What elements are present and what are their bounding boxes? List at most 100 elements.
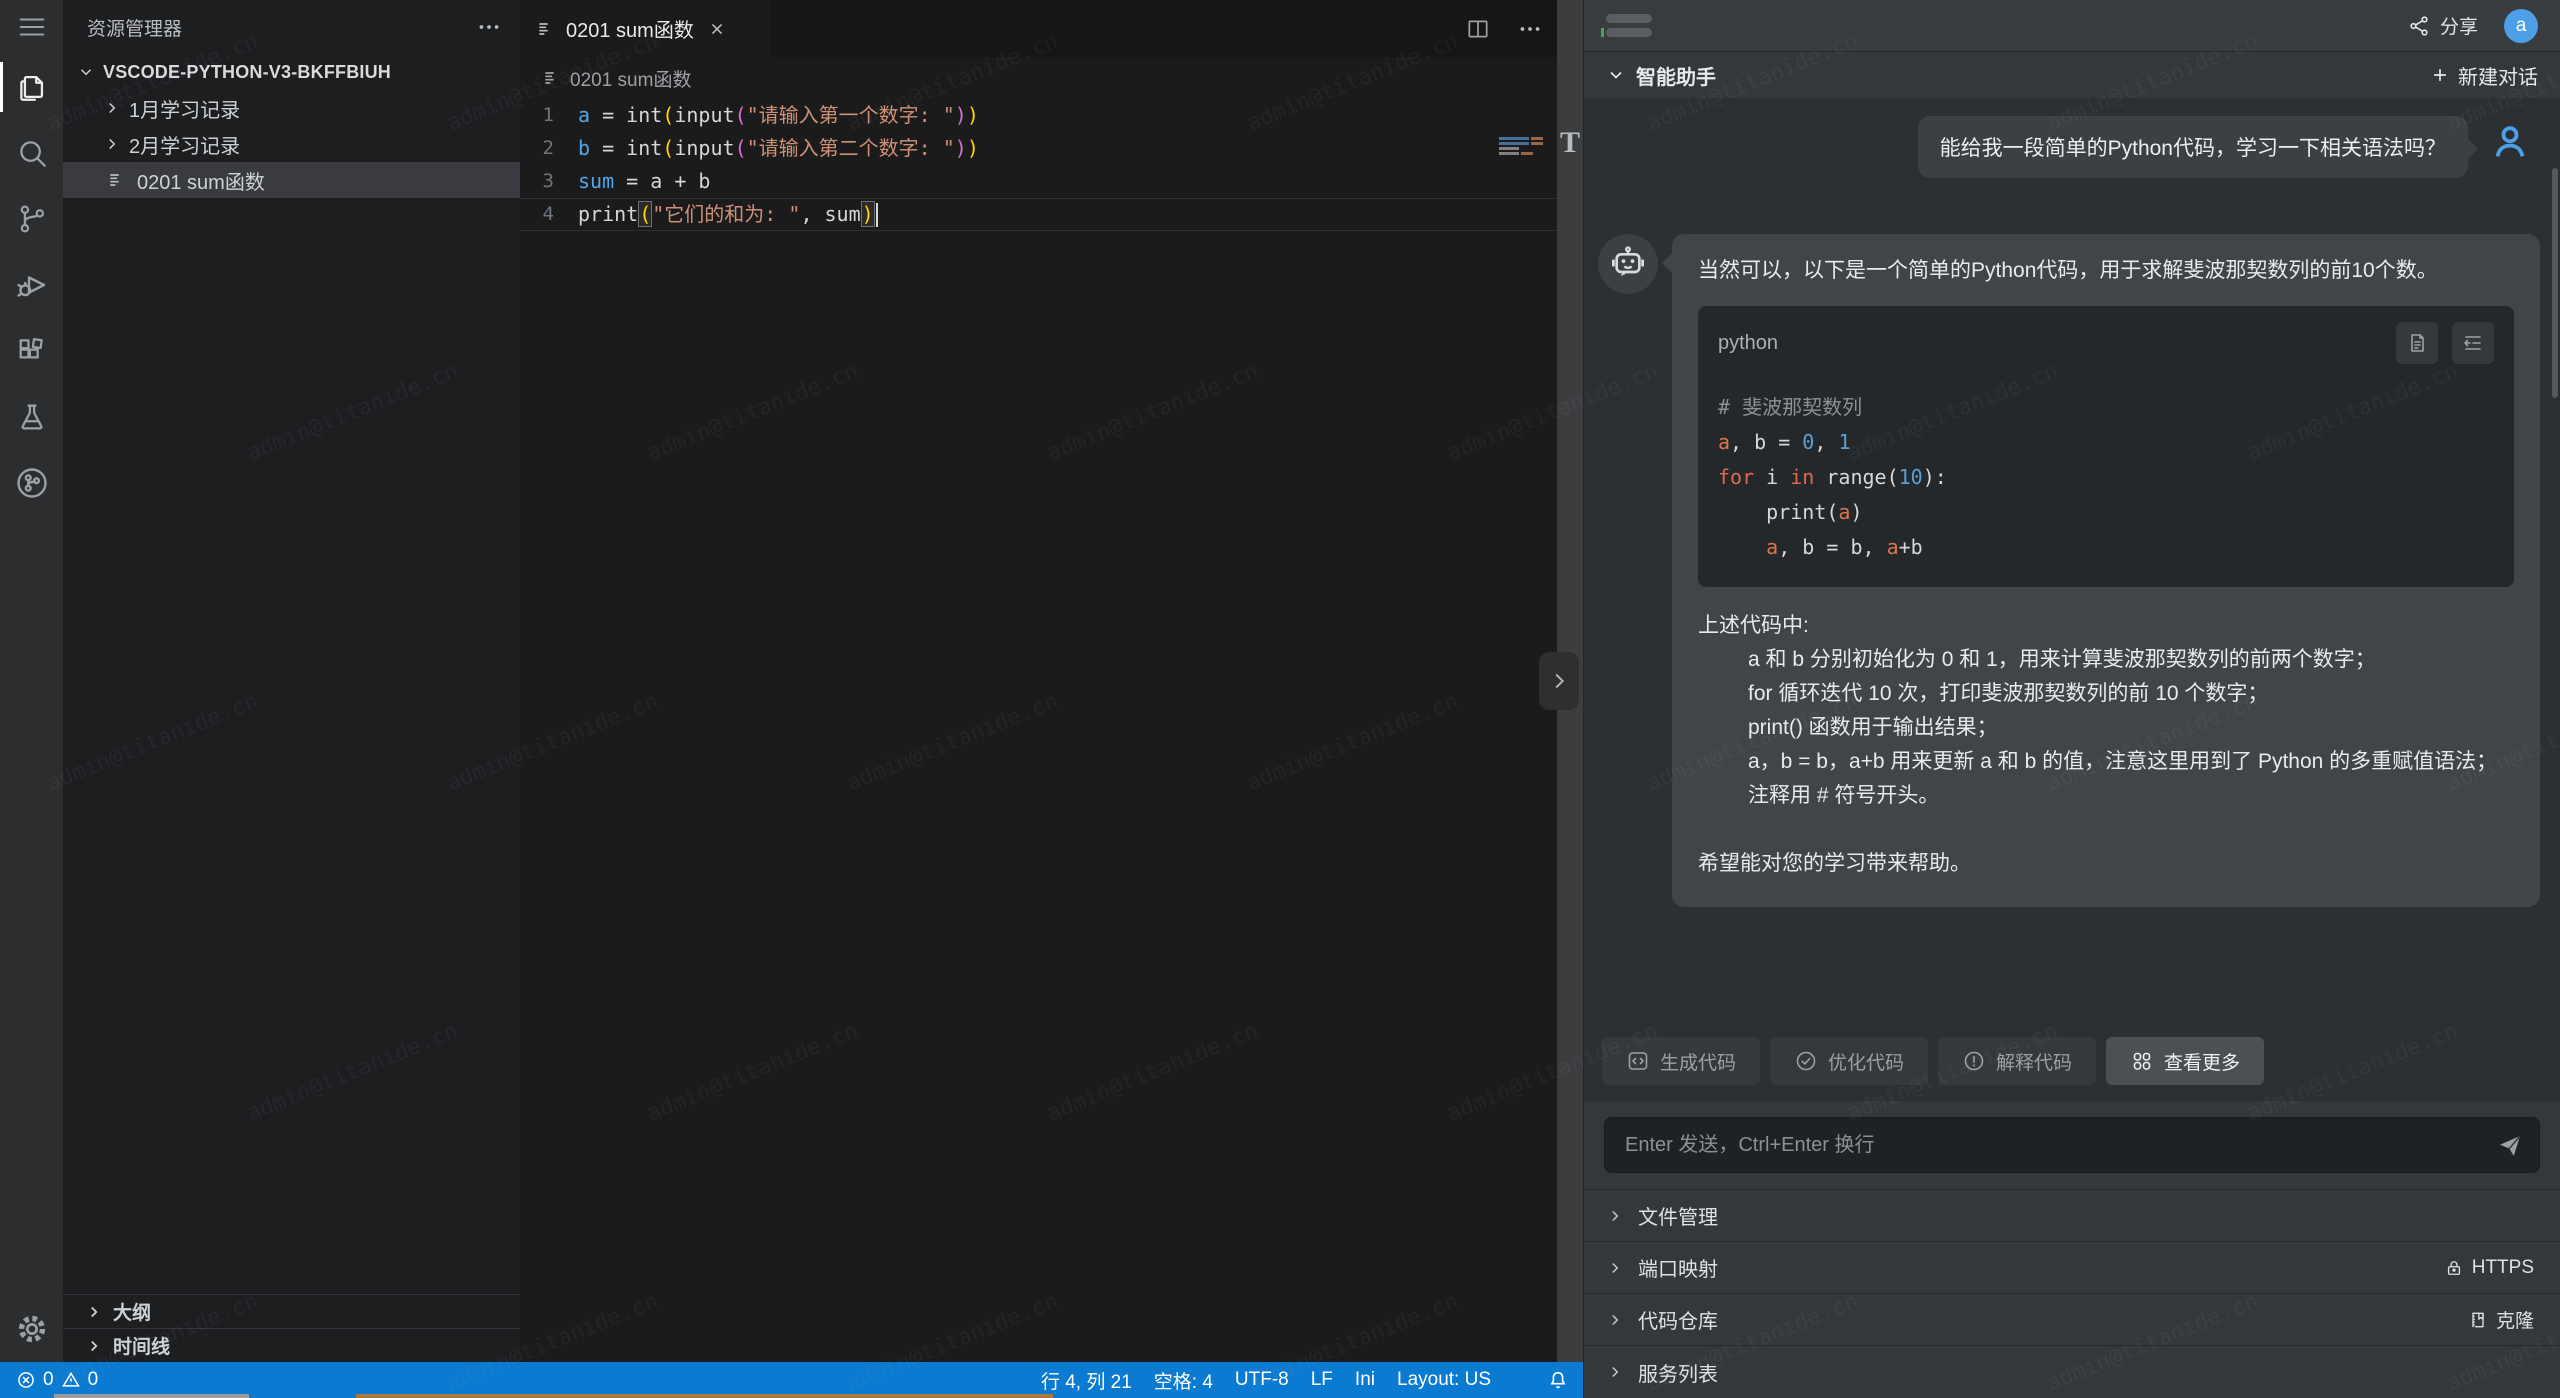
chat-code-block: python # 斐波那契数列 a, b = 0, 1 for i in ran… bbox=[1698, 306, 2514, 587]
chat-scrollbar[interactable] bbox=[2552, 168, 2558, 398]
eol-status[interactable]: LF bbox=[1311, 1369, 1333, 1391]
sidebar-item-search[interactable] bbox=[0, 120, 63, 186]
chevron-down-icon[interactable] bbox=[1606, 65, 1626, 85]
search-icon bbox=[15, 136, 49, 170]
panel-expand-button[interactable] bbox=[1539, 652, 1579, 710]
section-code-repository[interactable]: 代码仓库 克隆 bbox=[1584, 1294, 2560, 1346]
user-message-bubble: 能给我一段简单的Python代码，学习一下相关语法吗？ bbox=[1918, 116, 2468, 178]
cursor-position-status[interactable]: 行 4, 列 21 bbox=[1041, 1367, 1132, 1394]
outline-label: 大纲 bbox=[113, 1298, 151, 1325]
tree-folder-january[interactable]: 1月学习记录 bbox=[63, 90, 520, 126]
clone-button[interactable]: 克隆 bbox=[2468, 1306, 2534, 1333]
share-nodes-icon bbox=[2407, 14, 2431, 38]
explanation-item: for 循环迭代 10 次，打印斐波那契数列的前 10 个数字； bbox=[1698, 677, 2514, 711]
keyboard-layout-status[interactable]: Layout: US bbox=[1397, 1369, 1491, 1391]
sidebar-item-source-control[interactable] bbox=[0, 186, 63, 252]
check-circle-icon bbox=[1794, 1049, 1818, 1073]
tab-label: 0201 sum函数 bbox=[566, 14, 694, 43]
tree-folder-february[interactable]: 2月学习记录 bbox=[63, 126, 520, 162]
tab-0201-sum[interactable]: 0201 sum函数 bbox=[520, 0, 770, 57]
close-icon[interactable] bbox=[708, 20, 726, 38]
explorer-sidebar: 资源管理器 VSCODE-PYTHON-V3-BKFFBIUH 1月学习记录 bbox=[63, 0, 520, 1362]
view-more-button[interactable]: 查看更多 bbox=[2106, 1037, 2264, 1085]
encoding-status[interactable]: UTF-8 bbox=[1235, 1369, 1289, 1391]
explanation-item: 注释用 # 符号开头。 bbox=[1698, 779, 2514, 813]
testing-beaker-icon bbox=[15, 400, 49, 434]
avatar[interactable]: a bbox=[2504, 9, 2538, 43]
panel-menu-icon[interactable] bbox=[1606, 14, 1652, 37]
copy-code-button[interactable] bbox=[2396, 322, 2438, 364]
split-editor-icon[interactable] bbox=[1465, 16, 1491, 42]
sidebar-item-testing[interactable] bbox=[0, 384, 63, 450]
explanation-item: a 和 b 分别初始化为 0 和 1，用来计算斐波那契数列的前两个数字； bbox=[1698, 643, 2514, 677]
section-port-mapping[interactable]: 端口映射 HTTPS bbox=[1584, 1242, 2560, 1294]
sidebar-more-ellipsis-icon[interactable] bbox=[476, 14, 502, 40]
code-line-1: 1a = int(input("请输入第一个数字: ")) bbox=[520, 99, 1583, 132]
chevron-right-icon bbox=[85, 1303, 103, 1321]
copy-document-icon bbox=[2405, 331, 2429, 355]
generate-code-button[interactable]: 生成代码 bbox=[1602, 1037, 1760, 1085]
remote-branch-icon bbox=[14, 465, 50, 501]
assistant-message-bubble: 当然可以，以下是一个简单的Python代码，用于求解斐波那契数列的前10个数。 … bbox=[1672, 234, 2540, 907]
sidebar-item-extensions[interactable] bbox=[0, 318, 63, 384]
app-window: 资源管理器 VSCODE-PYTHON-V3-BKFFBIUH 1月学习记录 bbox=[0, 0, 2560, 1398]
send-button[interactable] bbox=[2495, 1131, 2525, 1161]
panel-topbar: 分享 a bbox=[1584, 0, 2560, 52]
chevron-right-icon bbox=[1606, 1259, 1624, 1277]
section-service-list[interactable]: 服务列表 bbox=[1584, 1346, 2560, 1398]
assistant-message-row: 当然可以，以下是一个简单的Python代码，用于求解斐波那契数列的前10个数。 … bbox=[1598, 234, 2540, 907]
assistant-intro-text: 当然可以，以下是一个简单的Python代码，用于求解斐波那契数列的前10个数。 bbox=[1698, 254, 2514, 288]
warning-triangle-icon bbox=[61, 1370, 81, 1390]
explorer-files-icon bbox=[15, 70, 49, 104]
outline-section[interactable]: 大纲 bbox=[63, 1294, 520, 1328]
minimap[interactable] bbox=[1499, 137, 1549, 163]
file-list-icon bbox=[542, 68, 562, 88]
quick-actions-row: 生成代码 优化代码 解释代码 查看更多 bbox=[1584, 1023, 2560, 1101]
menu-icon[interactable] bbox=[0, 0, 63, 54]
chat-area: 能给我一段简单的Python代码，学习一下相关语法吗？ 当然可以，以下是一个简单… bbox=[1584, 98, 2560, 1023]
https-button[interactable]: HTTPS bbox=[2444, 1257, 2534, 1279]
tree-file-0201-sum[interactable]: 0201 sum函数 bbox=[63, 162, 520, 198]
explain-code-button[interactable]: 解释代码 bbox=[1938, 1037, 2096, 1085]
assistant-explanation: 上述代码中: a 和 b 分别初始化为 0 和 1，用来计算斐波那契数列的前两个… bbox=[1698, 609, 2514, 813]
problems-status[interactable]: 0 0 bbox=[16, 1369, 98, 1391]
chat-input-area bbox=[1584, 1101, 2560, 1190]
indent-status[interactable]: 空格: 4 bbox=[1154, 1367, 1213, 1394]
ide-column: 资源管理器 VSCODE-PYTHON-V3-BKFFBIUH 1月学习记录 bbox=[0, 0, 1583, 1398]
extensions-icon bbox=[15, 334, 49, 368]
chevron-right-icon bbox=[85, 1337, 103, 1355]
sidebar-item-explorer[interactable] bbox=[0, 54, 63, 120]
insert-code-icon bbox=[2461, 331, 2485, 355]
file-list-icon bbox=[107, 170, 127, 190]
editor-more-ellipsis-icon[interactable] bbox=[1517, 16, 1543, 42]
user-avatar bbox=[2480, 112, 2540, 172]
chevron-right-icon bbox=[1606, 1363, 1624, 1381]
code-line-2: 2b = int(input("请输入第二个数字: ")) bbox=[520, 132, 1583, 165]
tree-root-folder[interactable]: VSCODE-PYTHON-V3-BKFFBIUH bbox=[63, 54, 520, 90]
sidebar-item-remote[interactable] bbox=[0, 450, 63, 516]
new-chat-button[interactable]: 新建对话 bbox=[2430, 61, 2538, 90]
assistant-panel: 分享 a 智能助手 新建对话 能给我一段简单的Python代码，学习一下相关语法… bbox=[1583, 0, 2560, 1398]
folder-label: 2月学习记录 bbox=[129, 130, 240, 159]
section-file-management[interactable]: 文件管理 bbox=[1584, 1190, 2560, 1242]
sidebar-item-run-debug[interactable] bbox=[0, 252, 63, 318]
insert-code-button[interactable] bbox=[2452, 322, 2494, 364]
chat-input[interactable] bbox=[1625, 1134, 2483, 1157]
notifications-bell-icon[interactable] bbox=[1547, 1369, 1569, 1391]
settings-gear-icon[interactable] bbox=[0, 1296, 63, 1362]
code-area[interactable]: 1a = int(input("请输入第一个数字: ")) 2b = int(i… bbox=[520, 99, 1583, 1362]
language-mode-status[interactable]: Ini bbox=[1355, 1369, 1375, 1391]
share-button[interactable]: 分享 bbox=[2407, 12, 2478, 39]
root-folder-label: VSCODE-PYTHON-V3-BKFFBIUH bbox=[103, 62, 391, 83]
source-control-icon bbox=[15, 202, 49, 236]
chat-code-line: a, b = b, a+b bbox=[1718, 530, 2494, 565]
assistant-avatar bbox=[1598, 234, 1658, 294]
breadcrumb[interactable]: 0201 sum函数 bbox=[520, 57, 1583, 99]
new-chat-label: 新建对话 bbox=[2458, 61, 2538, 90]
chevron-right-icon bbox=[1606, 1311, 1624, 1329]
breadcrumb-label: 0201 sum函数 bbox=[570, 65, 691, 92]
timeline-section[interactable]: 时间线 bbox=[63, 1328, 520, 1362]
explanation-item: a，b = b，a+b 用来更新 a 和 b 的值，注意这里用到了 Python… bbox=[1698, 745, 2514, 779]
optimize-code-button[interactable]: 优化代码 bbox=[1770, 1037, 1928, 1085]
chevron-right-icon bbox=[1606, 1207, 1624, 1225]
